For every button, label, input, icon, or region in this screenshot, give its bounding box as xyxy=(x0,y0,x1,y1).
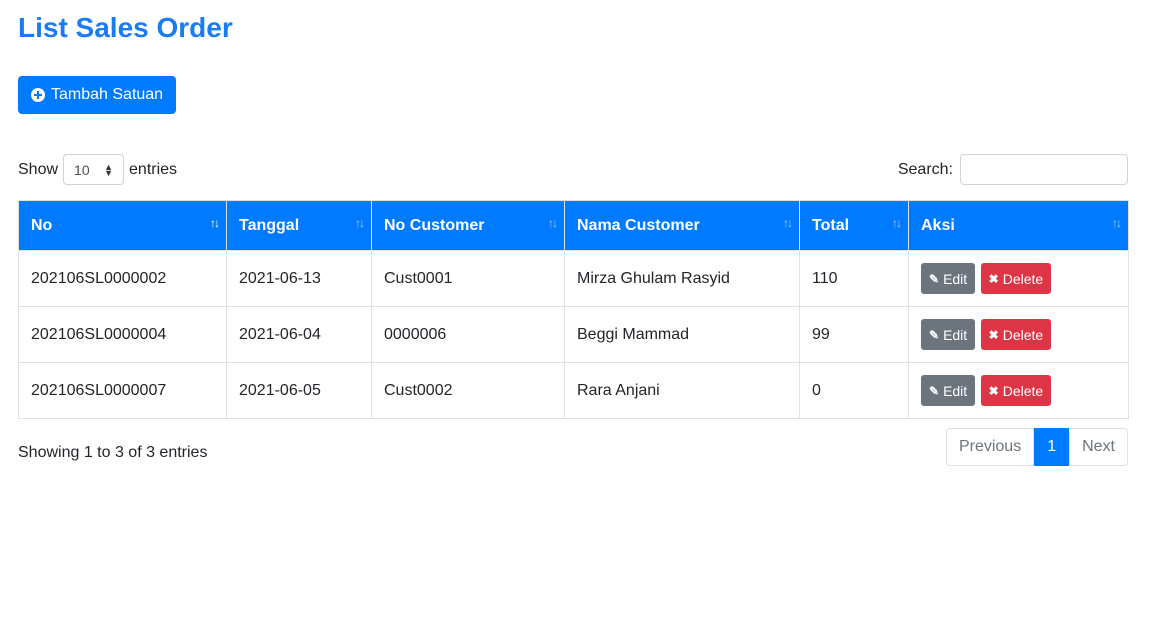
cell-tanggal: 2021-06-05 xyxy=(226,362,372,419)
edit-icon: ✎ xyxy=(929,271,940,286)
edit-button[interactable]: ✎ Edit xyxy=(921,319,976,350)
length-value: 10 xyxy=(74,161,90,178)
cell-tanggal: 2021-06-13 xyxy=(226,250,372,307)
edit-button[interactable]: ✎ Edit xyxy=(921,375,976,406)
length-select[interactable]: 10 ▲ ▼ xyxy=(63,154,125,185)
search-label: Search: xyxy=(897,160,953,178)
sort-icon: ↑↓ xyxy=(355,216,365,230)
sales-order-table: No ↑↓ Tanggal ↑↓ No Customer ↑↓ Nama Cus… xyxy=(18,200,1129,419)
sort-icon: ↑↓ xyxy=(548,216,558,230)
sort-icon: ↑↓ xyxy=(1112,216,1122,230)
cell-total: 110 xyxy=(799,250,909,307)
column-header-total[interactable]: Total ↑↓ xyxy=(799,200,909,251)
delete-button[interactable]: ✖ Delete xyxy=(980,263,1052,294)
close-icon: ✖ xyxy=(988,327,999,342)
cell-no-customer: Cust0001 xyxy=(371,250,565,307)
pagination: Previous 1 Next xyxy=(945,428,1128,466)
next-button[interactable]: Next xyxy=(1069,428,1128,466)
updown-icon: ▲ ▼ xyxy=(104,161,114,178)
cell-no: 202106SL0000002 xyxy=(18,250,227,307)
close-icon: ✖ xyxy=(988,271,999,286)
sort-icon: ↑↓ xyxy=(210,216,220,230)
column-header-tanggal[interactable]: Tanggal ↑↓ xyxy=(226,200,372,251)
length-prefix: Show xyxy=(18,160,59,178)
edit-icon: ✎ xyxy=(929,327,940,342)
page-title: List Sales Order xyxy=(18,12,233,43)
cell-no-customer: Cust0002 xyxy=(371,362,565,419)
column-header-aksi[interactable]: Aksi ↑↓ xyxy=(908,200,1129,251)
table-header-row: No ↑↓ Tanggal ↑↓ No Customer ↑↓ Nama Cus… xyxy=(18,200,1129,251)
column-header-nama-customer[interactable]: Nama Customer ↑↓ xyxy=(564,200,800,251)
sort-icon: ↑↓ xyxy=(783,216,793,230)
cell-tanggal: 2021-06-04 xyxy=(226,306,372,363)
length-suffix: entries xyxy=(129,160,178,178)
page: List Sales Order Tambah Satuan Show 10 ▲… xyxy=(0,0,1153,624)
cell-no-customer: 0000006 xyxy=(371,306,565,363)
table-row: 202106SL0000002 2021-06-13 Cust0001 Mirz… xyxy=(18,250,1129,307)
table-info: Showing 1 to 3 of 3 entries xyxy=(18,444,208,461)
cell-aksi: ✎ Edit ✖ Delete xyxy=(908,306,1129,363)
search-input[interactable] xyxy=(960,154,1128,185)
add-button-label: Tambah Satuan xyxy=(51,86,164,103)
table-row: 202106SL0000004 2021-06-04 0000006 Beggi… xyxy=(18,306,1129,363)
cell-nama-customer: Rara Anjani xyxy=(564,362,800,419)
edit-icon: ✎ xyxy=(929,383,940,398)
page-1-button[interactable]: 1 xyxy=(1034,428,1070,466)
close-icon: ✖ xyxy=(988,383,999,398)
add-button[interactable]: Tambah Satuan xyxy=(18,76,177,114)
search: Search: xyxy=(898,154,1128,185)
length-menu: Show 10 ▲ ▼ entries xyxy=(18,154,177,185)
cell-nama-customer: Mirza Ghulam Rasyid xyxy=(564,250,800,307)
column-header-no[interactable]: No ↑↓ xyxy=(18,200,227,251)
cell-total: 0 xyxy=(799,362,909,419)
cell-total: 99 xyxy=(799,306,909,363)
edit-button[interactable]: ✎ Edit xyxy=(921,263,976,294)
sort-icon: ↑↓ xyxy=(892,216,902,230)
table-row: 202106SL0000007 2021-06-05 Cust0002 Rara… xyxy=(18,362,1129,419)
cell-no: 202106SL0000007 xyxy=(18,362,227,419)
delete-button[interactable]: ✖ Delete xyxy=(980,375,1052,406)
column-header-no-customer[interactable]: No Customer ↑↓ xyxy=(371,200,565,251)
cell-aksi: ✎ Edit ✖ Delete xyxy=(908,250,1129,307)
cell-aksi: ✎ Edit ✖ Delete xyxy=(908,362,1129,419)
delete-button[interactable]: ✖ Delete xyxy=(980,319,1052,350)
plus-circle-icon xyxy=(31,88,45,102)
previous-button[interactable]: Previous xyxy=(945,428,1035,466)
cell-nama-customer: Beggi Mammad xyxy=(564,306,800,363)
cell-no: 202106SL0000004 xyxy=(18,306,227,363)
